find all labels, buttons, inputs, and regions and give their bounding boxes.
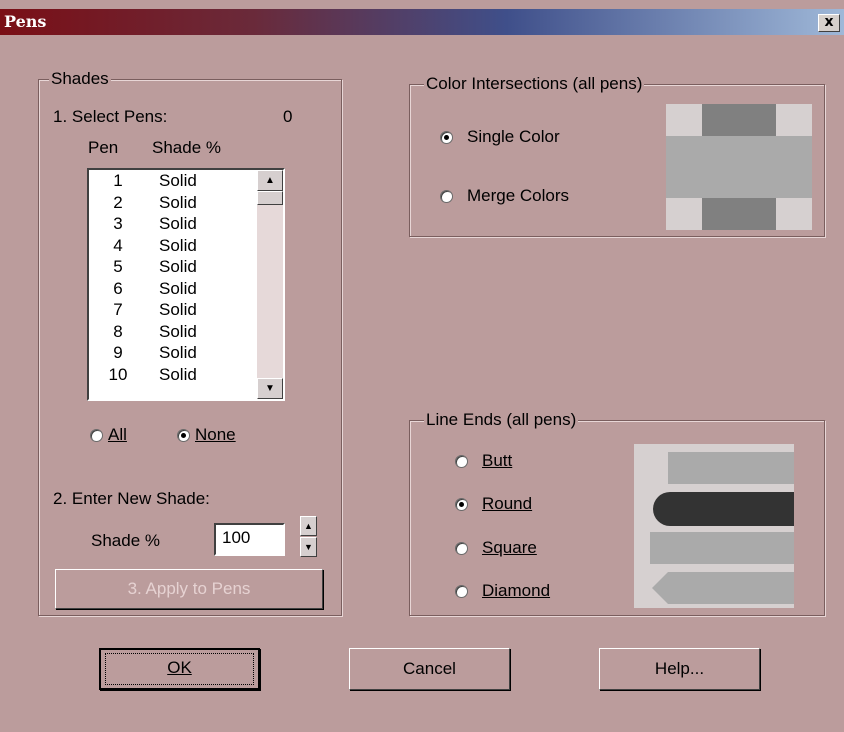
window-title: Pens [4,12,47,31]
pen-number: 8 [113,321,123,341]
diamond-radio[interactable] [455,585,468,598]
single-color-label[interactable]: Single Color [467,127,560,147]
close-icon[interactable]: x [818,14,840,32]
pen-shade: Solid [159,192,197,212]
selected-count: 0 [283,107,293,126]
merge-colors-label[interactable]: Merge Colors [467,186,569,206]
none-radio[interactable] [177,429,190,442]
diamond-label[interactable]: Diamond [482,581,550,601]
scroll-thumb[interactable] [257,191,283,205]
square-radio[interactable] [455,542,468,555]
help-button[interactable]: Help... [599,648,760,690]
line-ends-legend: Line Ends (all pens) [424,410,579,430]
cancel-button[interactable]: Cancel [349,648,510,690]
pen-number: 10 [108,364,128,384]
list-item[interactable]: 7 Solid [89,299,257,321]
pen-list-rows: 1 Solid 2 Solid 3 Solid 4 Solid 5 Solid 6 Solid 7 Sol… [89,170,257,385]
shade-percent-input[interactable]: 100 [214,523,285,556]
round-radio[interactable] [455,498,468,511]
list-item[interactable]: 6 Solid [89,278,257,300]
cancel-label: Cancel [403,659,456,678]
pen-column-header: Pen [88,138,119,157]
pen-shade: Solid [159,171,197,190]
pen-number: 6 [113,278,123,298]
ok-label: OK [167,658,192,677]
ok-button[interactable]: OK [99,648,260,690]
pen-list-scrollbar[interactable]: ▲ ▼ [257,170,283,399]
pen-shade: Solid [159,278,197,298]
list-item[interactable]: 4 Solid [89,235,257,257]
enter-new-shade-label: 2. Enter New Shade: [53,489,210,508]
intersection-preview [666,104,812,230]
pen-number: 3 [113,214,123,233]
apply-to-pens-button[interactable]: 3. Apply to Pens [55,569,323,609]
title-bar: Pens x [0,9,844,35]
list-item[interactable]: 3 Solid [89,213,257,235]
shade-field-label: Shade % [91,531,160,550]
pen-number: 2 [113,192,123,212]
butt-radio[interactable] [455,455,468,468]
spin-down-icon[interactable]: ▼ [300,537,317,557]
all-radio[interactable] [90,429,103,442]
round-label[interactable]: Round [482,494,532,514]
pen-shade: Solid [159,343,197,362]
pen-list[interactable]: 1 Solid 2 Solid 3 Solid 4 Solid 5 Solid 6 Solid 7 Sol… [87,168,285,401]
single-color-radio[interactable] [440,131,453,144]
pen-number: 5 [113,257,123,276]
list-item[interactable]: 8 Solid [89,321,257,343]
line-end-preview [634,444,794,608]
list-item[interactable]: 1 Solid [89,170,257,192]
pen-number: 1 [113,171,123,190]
pen-number: 9 [113,343,123,362]
help-label: Help... [654,659,705,678]
scroll-up-icon[interactable]: ▲ [257,170,283,191]
pen-shade: Solid [159,235,197,255]
pen-shade: Solid [159,364,197,384]
spin-up-icon[interactable]: ▲ [300,516,317,536]
none-label[interactable]: None [195,425,236,445]
pen-shade: Solid [159,257,197,276]
square-label[interactable]: Square [482,538,537,558]
pen-number: 4 [113,235,123,255]
all-label[interactable]: All [108,425,127,445]
pen-number: 7 [113,300,123,319]
select-pens-label: 1. Select Pens: [53,107,168,126]
apply-to-pens-label: 3. Apply to Pens [127,579,251,598]
color-intersections-legend: Color Intersections (all pens) [424,74,645,94]
shade-column-header: Shade % [152,138,221,157]
pen-shade: Solid [159,214,197,233]
shades-legend: Shades [49,69,111,89]
list-item[interactable]: 9 Solid [89,342,257,364]
scroll-down-icon[interactable]: ▼ [257,378,283,399]
list-item[interactable]: 5 Solid [89,256,257,278]
butt-label[interactable]: Butt [482,451,512,471]
pen-shade: Solid [159,300,197,319]
list-item[interactable]: 10 Solid [89,364,257,386]
list-item[interactable]: 2 Solid [89,192,257,214]
pen-shade: Solid [159,321,197,341]
merge-colors-radio[interactable] [440,190,453,203]
